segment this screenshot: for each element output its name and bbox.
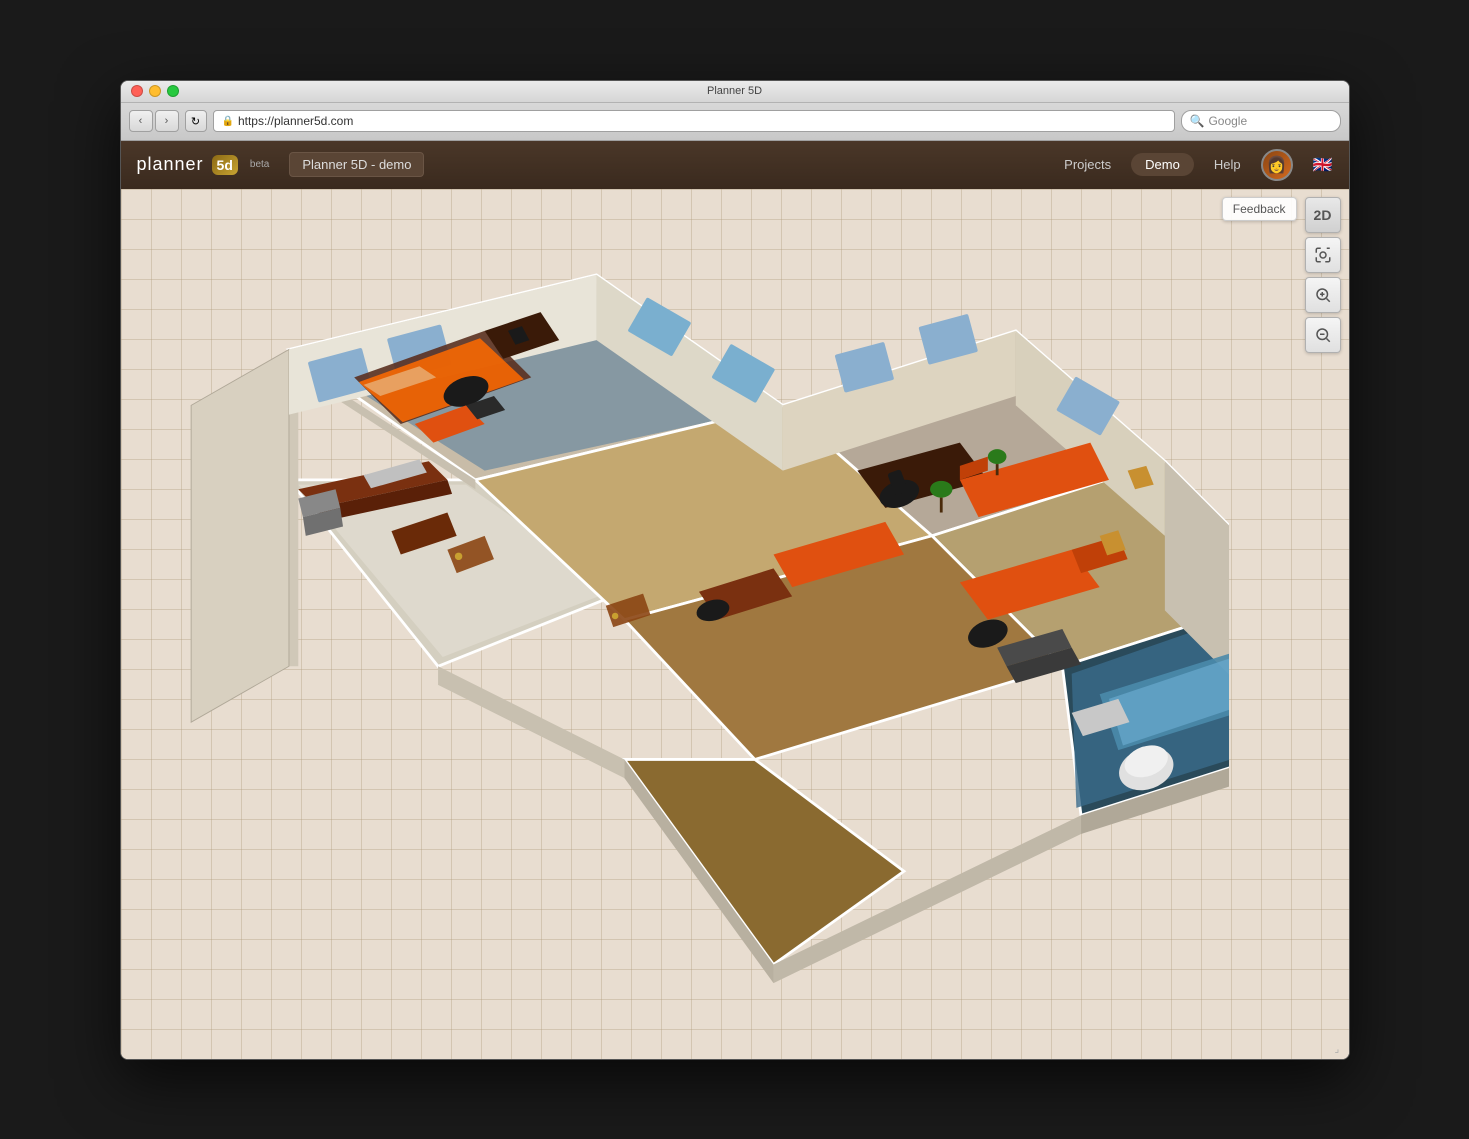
refresh-button[interactable]: ↻	[185, 110, 207, 132]
main-canvas[interactable]: Feedback 2D	[121, 189, 1349, 1059]
address-bar[interactable]: 🔒 https://planner5d.com	[213, 110, 1175, 132]
logo-badge-text: 5d	[217, 157, 233, 173]
screenshot-button[interactable]	[1305, 237, 1341, 273]
maximize-button[interactable]	[167, 85, 179, 97]
browser-bar: ‹ › ↻ 🔒 https://planner5d.com 🔍 Google	[121, 103, 1349, 141]
app-header: planner 5d beta Planner 5D - demo Projec…	[121, 141, 1349, 189]
floor-plan-svg	[141, 219, 1229, 1039]
zoom-in-button[interactable]	[1305, 277, 1341, 313]
feedback-button[interactable]: Feedback	[1222, 197, 1297, 221]
user-avatar[interactable]: 👩	[1261, 149, 1293, 181]
logo-text: planner	[137, 154, 204, 175]
view-2d-button[interactable]: 2D	[1305, 197, 1341, 233]
zoom-out-button[interactable]	[1305, 317, 1341, 353]
traffic-lights	[131, 85, 179, 97]
title-bar: Planner 5D	[121, 81, 1349, 103]
nav-projects[interactable]: Projects	[1064, 157, 1111, 172]
security-icon: 🔒	[222, 116, 234, 127]
nav-help[interactable]: Help	[1214, 157, 1241, 172]
logo-badge: 5d	[212, 155, 238, 175]
language-flag[interactable]: 🇬🇧	[1313, 155, 1333, 175]
logo-area: planner 5d beta	[137, 154, 270, 175]
nav-demo[interactable]: Demo	[1131, 153, 1194, 176]
search-icon: 🔍	[1190, 114, 1205, 128]
search-placeholder: Google	[1208, 114, 1247, 128]
resize-handle[interactable]: ⌟	[1335, 1045, 1347, 1057]
window-title: Planner 5D	[707, 85, 762, 97]
beta-label: beta	[250, 159, 269, 170]
search-bar[interactable]: 🔍 Google	[1181, 110, 1341, 132]
nav-buttons: ‹ ›	[129, 110, 179, 132]
minimize-button[interactable]	[149, 85, 161, 97]
url-text: https://planner5d.com	[238, 114, 353, 128]
close-button[interactable]	[131, 85, 143, 97]
back-button[interactable]: ‹	[129, 110, 153, 132]
forward-button[interactable]: ›	[155, 110, 179, 132]
header-nav: Projects Demo Help 👩 🇬🇧	[1064, 149, 1332, 181]
project-selector[interactable]: Planner 5D - demo	[289, 152, 424, 177]
floor-plan[interactable]	[141, 219, 1229, 1039]
mac-window: Planner 5D ‹ › ↻ 🔒 https://planner5d.com…	[120, 80, 1350, 1060]
right-tools: 2D	[1305, 197, 1341, 353]
